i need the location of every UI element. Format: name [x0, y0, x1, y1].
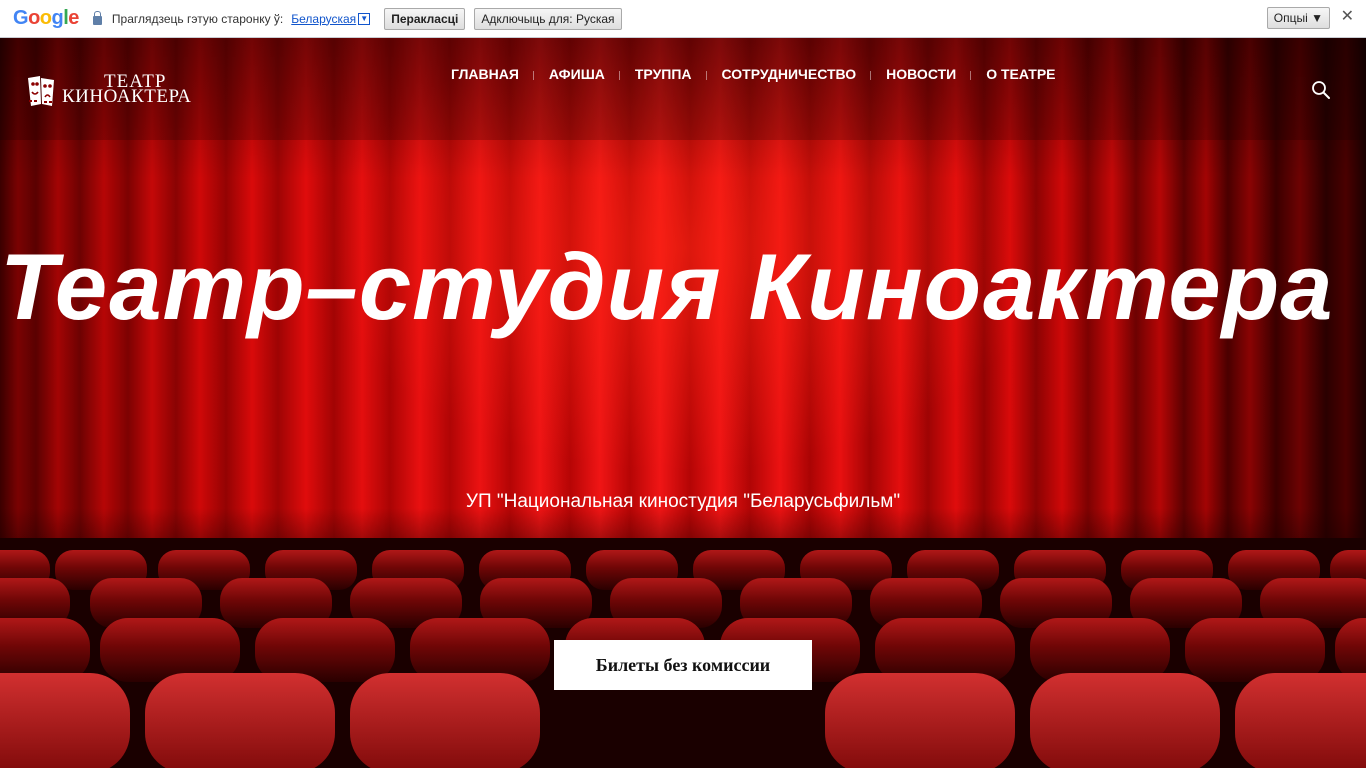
search-icon[interactable] [1311, 80, 1331, 100]
hero-subtitle: УП "Национальная киностудия "Беларусьфил… [465, 491, 901, 512]
nav-item-troupe[interactable]: ТРУППА [618, 66, 707, 82]
nav-item-news[interactable]: НОВОСТИ [870, 66, 971, 82]
translate-bar: Google Праглядзець гэтую старонку ў: Бел… [0, 0, 1366, 38]
nav-item-about[interactable]: О ТЕАТРЕ [970, 66, 1070, 82]
translate-prompt: Праглядзець гэтую старонку ў: [111, 11, 284, 26]
target-language-link[interactable]: Беларуская [291, 12, 356, 26]
logo-text-line2: КИНОАКТЕРА [62, 86, 192, 107]
lock-icon [92, 11, 102, 25]
nav-item-home[interactable]: ГЛАВНАЯ [436, 66, 534, 82]
language-dropdown-arrow-icon[interactable]: ▼ [358, 12, 371, 25]
site-logo[interactable]: ТЕАТР КИНОАКТЕРА [26, 71, 232, 111]
nav-item-cooperation[interactable]: СОТРУДНИЧЕСТВО [705, 66, 872, 82]
translate-button[interactable]: Перакласці [384, 7, 466, 30]
hero-title: Театр–студия Киноактера [0, 234, 1334, 339]
google-logo: Google [13, 7, 79, 29]
nav-item-playbill[interactable]: АФИША [532, 66, 620, 82]
close-icon[interactable]: ✕ [1341, 9, 1354, 25]
disable-translation-button[interactable]: Адключыць для: Руская [474, 7, 622, 30]
site-header: ТЕАТР КИНОАКТЕРА ГЛАВНАЯ АФИША ТРУППА СО… [0, 38, 1366, 140]
options-button[interactable]: Опцыі ▼ [1266, 7, 1330, 29]
main-nav: ГЛАВНАЯ АФИША ТРУППА СОТРУДНИЧЕСТВО НОВО… [436, 66, 1071, 82]
theatre-masks-icon [28, 76, 54, 106]
buy-tickets-button[interactable]: Билеты без комиссии [554, 640, 812, 690]
